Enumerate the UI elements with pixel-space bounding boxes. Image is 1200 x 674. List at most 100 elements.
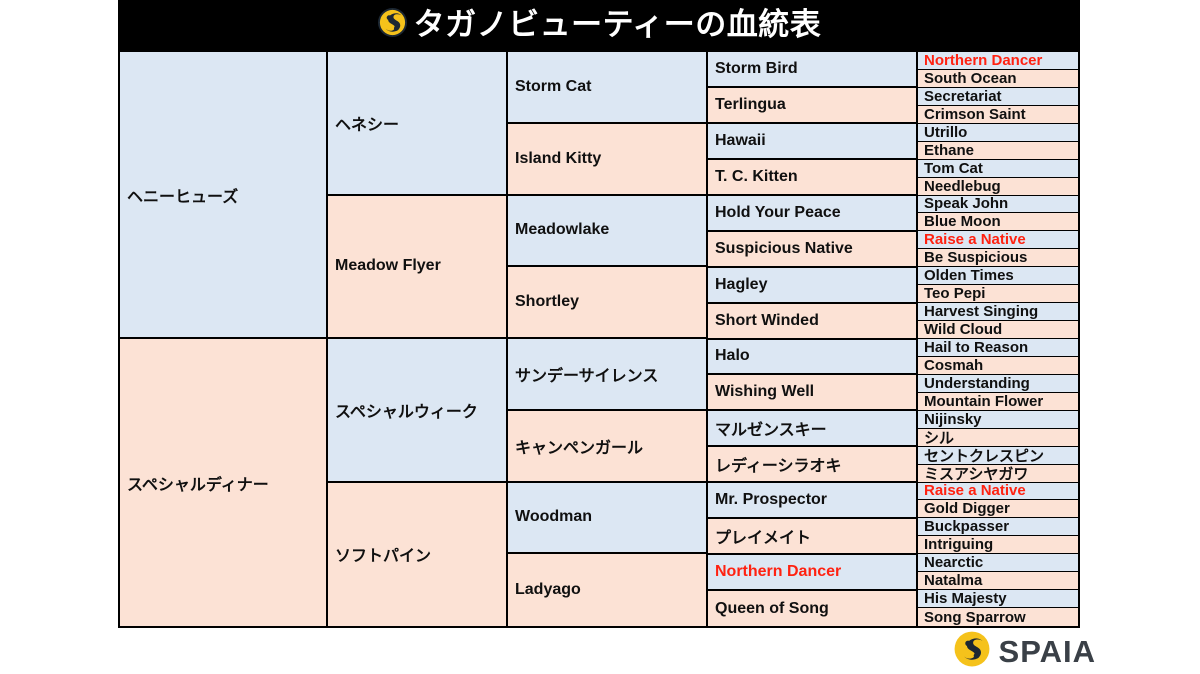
spaia-footer-logo: SPAIA: [954, 630, 1096, 672]
pedigree-cell[interactable]: Shortley: [508, 267, 708, 339]
horse-name: ヘニーヒューズ: [127, 188, 239, 206]
pedigree-cell-highlighted[interactable]: Raise a Native: [918, 482, 1078, 501]
pedigree-cell[interactable]: ソフトパイン: [328, 482, 508, 626]
pedigree-cell[interactable]: Island Kitty: [508, 123, 708, 196]
pedigree-cell[interactable]: スペシャルウィーク: [328, 339, 508, 483]
horse-name: キャンペンガール: [515, 439, 644, 457]
horse-name: Nearctic: [924, 554, 984, 572]
pedigree-cell[interactable]: His Majesty: [918, 590, 1078, 609]
horse-name: Halo: [715, 347, 750, 365]
pedigree-cell[interactable]: セントクレスピン: [918, 446, 1078, 465]
pedigree-cell[interactable]: T. C. Kitten: [708, 159, 918, 196]
pedigree-cell[interactable]: Mountain Flower: [918, 392, 1078, 411]
pedigree-cell[interactable]: レディーシラオキ: [708, 447, 918, 484]
pedigree-cell[interactable]: Cosmah: [918, 356, 1078, 375]
pedigree-cell[interactable]: Blue Moon: [918, 213, 1078, 232]
pedigree-cell[interactable]: South Ocean: [918, 69, 1078, 88]
horse-name: Storm Cat: [515, 77, 592, 95]
horse-name: Hail to Reason: [924, 339, 1029, 356]
horse-name: プレイメイト: [715, 530, 812, 548]
pedigree-cell[interactable]: マルゼンスキー: [708, 411, 918, 448]
horse-name: Harvest Singing: [924, 303, 1039, 321]
pedigree-cell[interactable]: Wild Cloud: [918, 321, 1078, 339]
pedigree-cell[interactable]: Storm Cat: [508, 52, 708, 124]
pedigree-cell[interactable]: Mr. Prospector: [708, 483, 918, 520]
spaia-swirl-logo-icon: [954, 631, 990, 672]
horse-name: South Ocean: [924, 69, 1017, 87]
pedigree-cell[interactable]: ヘネシー: [328, 52, 508, 196]
pedigree-cell[interactable]: サンデーサイレンス: [508, 339, 708, 411]
horse-name: マルゼンスキー: [715, 422, 827, 440]
horse-name: Natalma: [924, 572, 983, 590]
pedigree-cell[interactable]: Intriguing: [918, 536, 1078, 555]
pedigree-cell[interactable]: Needlebug: [918, 177, 1078, 196]
horse-name: Suspicious Native: [715, 239, 853, 257]
pedigree-cell[interactable]: Harvest Singing: [918, 303, 1078, 322]
pedigree-cell[interactable]: Secretariat: [918, 87, 1078, 106]
pedigree-cell[interactable]: Utrillo: [918, 123, 1078, 142]
pedigree-cell[interactable]: Crimson Saint: [918, 105, 1078, 124]
pedigree-cell[interactable]: Natalma: [918, 572, 1078, 591]
horse-name: Intriguing: [924, 536, 994, 554]
pedigree-cell[interactable]: Meadow Flyer: [328, 195, 508, 339]
horse-name: サンデーサイレンス: [515, 367, 659, 385]
horse-name: セントクレスピン: [924, 447, 1045, 465]
pedigree-cell-highlighted[interactable]: Northern Dancer: [918, 52, 1078, 70]
pedigree-cell[interactable]: Halo: [708, 339, 918, 376]
pedigree-table: ヘニーヒューズ スペシャルディナー ヘネシー Meadow Flyer スペシャ…: [118, 50, 1080, 628]
pedigree-cell[interactable]: Ethane: [918, 141, 1078, 160]
horse-name: Needlebug: [924, 177, 1001, 195]
horse-name: Buckpasser: [924, 518, 1010, 536]
pedigree-cell[interactable]: Speak John: [918, 195, 1078, 214]
pedigree-cell[interactable]: シル: [918, 428, 1078, 447]
horse-name: T. C. Kitten: [715, 167, 798, 185]
pedigree-cell[interactable]: Tom Cat: [918, 159, 1078, 178]
pedigree-cell[interactable]: Teo Pepi: [918, 285, 1078, 304]
horse-name: Raise a Native: [924, 231, 1026, 249]
pedigree-cell[interactable]: Hail to Reason: [918, 339, 1078, 357]
horse-name: Queen of Song: [715, 599, 829, 617]
pedigree-cell[interactable]: キャンペンガール: [508, 410, 708, 483]
pedigree-cell[interactable]: Nearctic: [918, 554, 1078, 573]
horse-name: Cosmah: [924, 356, 984, 374]
horse-name: His Majesty: [924, 590, 1007, 608]
pedigree-cell[interactable]: ミスアシヤガワ: [918, 464, 1078, 483]
pedigree-cell[interactable]: Nijinsky: [918, 410, 1078, 429]
pedigree-cell[interactable]: スペシャルディナー: [120, 339, 328, 626]
pedigree-cell[interactable]: Song Sparrow: [918, 608, 1078, 626]
pedigree-cell[interactable]: プレイメイト: [708, 519, 918, 556]
horse-name: Olden Times: [924, 267, 1014, 285]
pedigree-cell[interactable]: Queen of Song: [708, 591, 918, 626]
page-title-bar: タガノビューティーの血統表: [118, 0, 1080, 50]
pedigree-cell[interactable]: Woodman: [508, 482, 708, 555]
pedigree-cell[interactable]: ヘニーヒューズ: [120, 52, 328, 339]
pedigree-column-generation-5: Northern Dancer South Ocean Secretariat …: [918, 52, 1078, 626]
pedigree-cell[interactable]: Buckpasser: [918, 518, 1078, 537]
pedigree-cell-highlighted[interactable]: Raise a Native: [918, 231, 1078, 250]
horse-name: Nijinsky: [924, 410, 982, 428]
pedigree-cell[interactable]: Understanding: [918, 374, 1078, 393]
pedigree-cell[interactable]: Gold Digger: [918, 500, 1078, 519]
pedigree-cell[interactable]: Meadowlake: [508, 195, 708, 268]
pedigree-cell-highlighted[interactable]: Northern Dancer: [708, 555, 918, 592]
horse-name: Island Kitty: [515, 149, 602, 167]
horse-name: Northern Dancer: [924, 52, 1043, 69]
pedigree-cell[interactable]: Hold Your Peace: [708, 195, 918, 232]
pedigree-cell[interactable]: Hawaii: [708, 123, 918, 160]
pedigree-cell[interactable]: Ladyago: [508, 554, 708, 626]
horse-name: Understanding: [924, 374, 1030, 392]
pedigree-cell[interactable]: Wishing Well: [708, 375, 918, 412]
pedigree-cell[interactable]: Storm Bird: [708, 52, 918, 88]
pedigree-cell[interactable]: Suspicious Native: [708, 231, 918, 268]
pedigree-cell[interactable]: Olden Times: [918, 267, 1078, 286]
pedigree-cell[interactable]: Hagley: [708, 267, 918, 304]
spaia-swirl-logo-icon: [377, 7, 408, 43]
horse-name: Blue Moon: [924, 213, 1001, 231]
pedigree-page: タガノビューティーの血統表 ヘニーヒューズ スペシャルディナー ヘネシー Mea…: [0, 0, 1200, 674]
page-title: タガノビューティーの血統表: [413, 6, 822, 43]
pedigree-cell[interactable]: Be Suspicious: [918, 249, 1078, 268]
pedigree-cell[interactable]: Short Winded: [708, 303, 918, 340]
pedigree-cell[interactable]: Terlingua: [708, 87, 918, 124]
horse-name: Tom Cat: [924, 159, 983, 177]
horse-name: Mountain Flower: [924, 392, 1044, 410]
